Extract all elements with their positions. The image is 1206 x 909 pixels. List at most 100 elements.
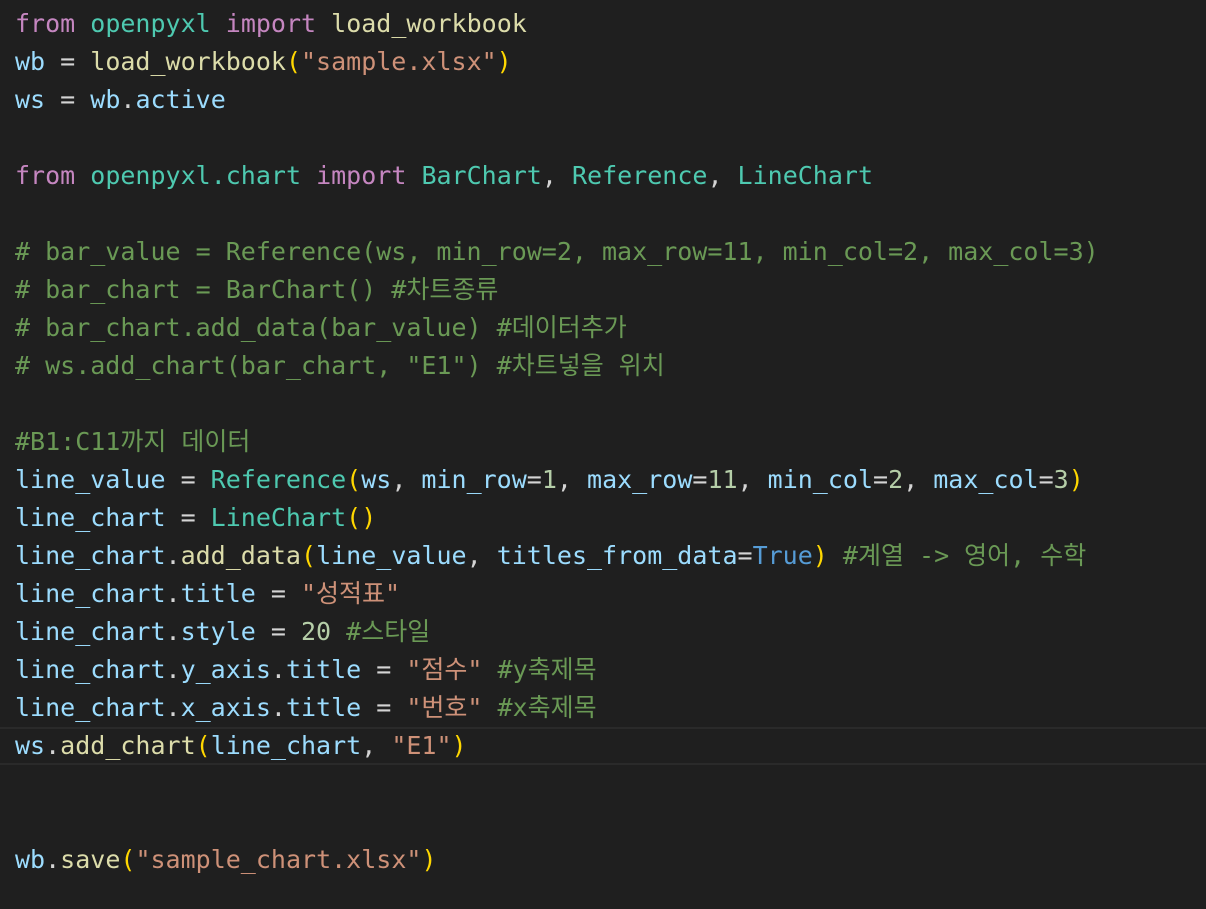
code-line[interactable]: # ws.add_chart(bar_chart, "E1") #차트넣을 위치 [0,347,1206,385]
code-token: ( [346,465,362,494]
code-line[interactable]: ws = wb.active [0,81,1206,119]
code-token: . [45,845,61,874]
code-token: from [15,9,76,38]
code-token: line_chart [15,617,166,646]
code-line[interactable]: wb.save("sample_chart.xlsx") [0,841,1206,879]
code-token: , [737,465,768,494]
code-token: ) [451,731,467,760]
code-token: load_workbook [331,9,527,38]
code-token: . [270,655,286,684]
code-token: = [526,465,542,494]
code-token: min_col [767,465,874,494]
code-token: #B1:C11까지 데이터 [15,427,251,456]
code-token: . [165,617,181,646]
code-line[interactable]: line_chart.style = 20 #스타일 [0,613,1206,651]
code-token: max_col [933,465,1039,494]
code-token: ( [285,47,301,76]
code-token: style [180,617,256,646]
code-token: "sample_chart.xlsx" [135,845,422,874]
code-token: openpyxl.chart [90,161,301,190]
code-token: "점수" [406,655,483,684]
code-token: . [45,731,61,760]
code-token: , [556,465,588,494]
code-token: ( [195,731,211,760]
code-token: title [285,655,362,684]
code-line[interactable] [0,195,1206,233]
code-line[interactable]: line_chart.title = "성적표" [0,575,1206,613]
code-line[interactable]: # bar_chart = BarChart() #차트종류 [0,271,1206,309]
code-token: x_axis [180,693,271,722]
code-token: = [45,47,91,76]
code-token: = [45,85,91,114]
code-token: , [361,731,392,760]
code-token: # bar_value = Reference(ws, min_row=2, m… [15,237,1099,266]
code-token: 3 [1053,465,1069,494]
code-token: title [285,693,362,722]
code-token: , [903,465,934,494]
code-token: = [361,693,407,722]
code-token: = [255,617,301,646]
code-token: ) [421,845,437,874]
code-line[interactable]: line_value = Reference(ws, min_row=1, ma… [0,461,1206,499]
code-token: , [541,161,572,190]
code-line[interactable]: line_chart.add_data(line_value, titles_f… [0,537,1206,575]
code-token: import [225,9,317,38]
code-line[interactable]: line_chart.x_axis.title = "번호" #x축제목 [0,689,1206,727]
code-line[interactable] [0,765,1206,803]
code-token: line_chart [15,579,166,608]
code-token: . [165,693,181,722]
code-token: "sample.xlsx" [301,47,497,76]
code-line[interactable]: wb = load_workbook("sample.xlsx") [0,43,1206,81]
code-token: add_chart [60,731,196,760]
code-line[interactable]: # bar_chart.add_data(bar_value) #데이터추가 [0,309,1206,347]
code-token: wb [15,845,46,874]
code-token: line_value [15,465,166,494]
code-token: "E1" [391,731,452,760]
code-token: = [255,579,301,608]
code-line[interactable]: ws.add_chart(line_chart, "E1") [0,727,1206,765]
code-token: LineChart [210,503,347,532]
code-token: from [15,161,76,190]
code-token: = [692,465,708,494]
code-token: True [752,541,813,570]
code-token: LineChart [737,161,874,190]
code-token: "성적표" [301,579,401,608]
code-token: #스타일 [346,617,431,646]
code-line[interactable]: line_chart = LineChart() [0,499,1206,537]
code-token: load_workbook [90,47,286,76]
code-token: . [165,579,181,608]
code-token: ) [1068,465,1084,494]
code-token: wb [90,85,121,114]
code-token: . [120,85,136,114]
code-line[interactable]: #B1:C11까지 데이터 [0,423,1206,461]
code-token: , [466,541,497,570]
code-line[interactable]: # bar_value = Reference(ws, min_row=2, m… [0,233,1206,271]
code-token: = [165,503,211,532]
code-token: = [361,655,407,684]
code-token: # bar_chart.add_data(bar_value) #데이터추가 [15,313,627,342]
code-line[interactable]: from openpyxl import load_workbook [0,5,1206,43]
code-line[interactable]: line_chart.y_axis.title = "점수" #y축제목 [0,651,1206,689]
code-token: #x축제목 [497,693,597,722]
code-token: 2 [888,465,904,494]
code-token: "번호" [406,693,483,722]
code-token: Reference [571,161,708,190]
code-token: ws [15,731,46,760]
code-token: ws [361,465,392,494]
code-line[interactable] [0,119,1206,157]
code-token: # ws.add_chart(bar_chart, "E1") #차트넣을 위치 [15,351,665,380]
code-token: . [165,655,181,684]
code-token: # bar_chart = BarChart() #차트종류 [15,275,499,304]
code-token: active [135,85,226,114]
code-token: = [165,465,211,494]
code-line[interactable] [0,803,1206,841]
code-editor[interactable]: from openpyxl import load_workbook wb = l… [0,5,1206,879]
code-line[interactable]: from openpyxl.chart import BarChart, Ref… [0,157,1206,195]
code-line[interactable] [0,385,1206,423]
